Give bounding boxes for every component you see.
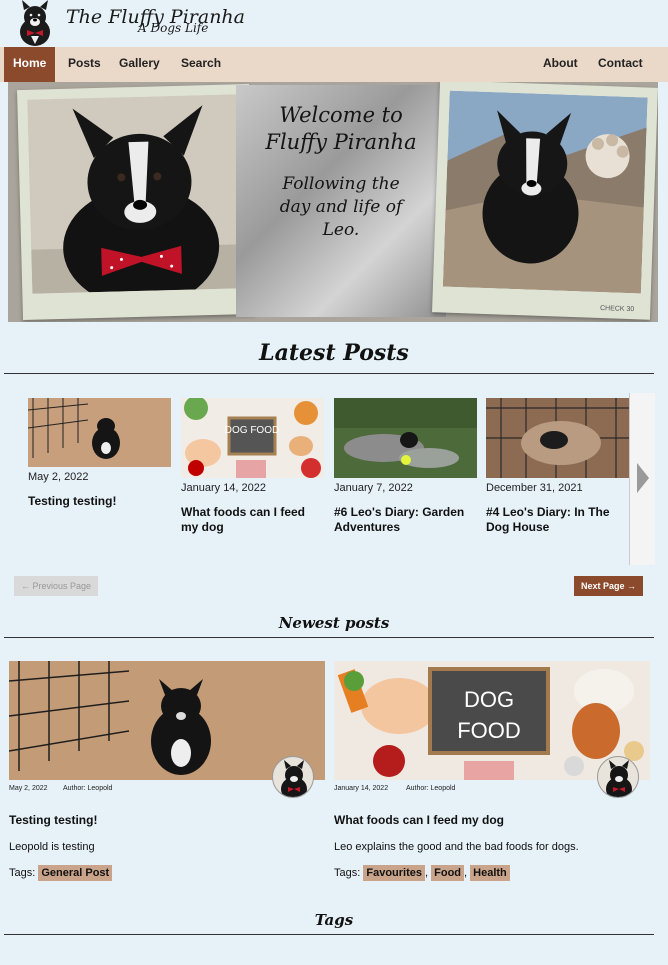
next-page-button[interactable]: Next Page → (574, 576, 644, 596)
tags-divider (4, 934, 654, 935)
post-title-link[interactable]: #4 Leo's Diary: In The Dog House (486, 505, 629, 535)
post-title-link[interactable]: Testing testing! (28, 494, 171, 509)
post-title-link[interactable]: What foods can I feed my dog (334, 813, 650, 827)
puppy-pen-thumbnail[interactable] (28, 398, 171, 467)
dog-mountain-photo (442, 90, 648, 294)
tags-heading: Tags (314, 911, 354, 929)
post-tags: Tags: General Post (9, 865, 325, 881)
carousel-item[interactable]: January 7, 2022 #6 Leo's Diary: Garden A… (334, 398, 477, 535)
nav-search[interactable]: Search (172, 47, 230, 82)
hero-photo-right: CHECK 30 (432, 82, 658, 320)
newest-posts-divider (4, 637, 654, 638)
main-nav: Home Posts Gallery Search About Contact (0, 47, 668, 82)
post-title-link[interactable]: Testing testing! (9, 813, 325, 827)
latest-posts-heading: Latest Posts (259, 340, 409, 366)
dog-food-sign-label: DOG FOOD (225, 425, 279, 436)
post-date: January 14, 2022 (334, 785, 389, 792)
dog-food-sign-line2: FOOD (457, 718, 521, 743)
dog-bowtie-photo (27, 94, 245, 294)
author-avatar[interactable] (597, 756, 639, 798)
post-date: January 7, 2022 (334, 482, 413, 494)
dog-house-thumbnail[interactable] (486, 398, 629, 478)
post-excerpt: Leo explains the good and the bad foods … (334, 841, 579, 853)
carousel-item[interactable]: DOG FOOD January 14, 2022 What foods can… (181, 398, 324, 535)
tags-label: Tags: (334, 867, 361, 879)
nav-home[interactable]: Home (4, 47, 56, 82)
tag-favourites[interactable]: Favourites (363, 865, 425, 881)
carousel-next-arrow[interactable] (629, 393, 655, 565)
tags-label: Tags: (9, 867, 36, 879)
site-subtitle: A Dogs Life (138, 21, 209, 35)
hero-banner: Welcome to Fluffy Piranha Following the … (8, 82, 658, 322)
nav-posts[interactable]: Posts (59, 47, 110, 82)
hero-welcome-panel: Welcome to Fluffy Piranha Following the … (236, 85, 446, 317)
hero-welcome-line2: Fluffy Piranha (265, 130, 417, 154)
post-date: December 31, 2021 (486, 482, 583, 494)
post-date: May 2, 2022 (9, 785, 48, 792)
post-tags: Tags: Favourites, Food, Health (334, 865, 650, 881)
carousel-item[interactable]: December 31, 2021 #4 Leo's Diary: In The… (486, 398, 629, 535)
dog-logo-icon[interactable] (14, 0, 56, 46)
garden-thumbnail[interactable] (334, 398, 477, 478)
carousel-item[interactable]: May 2, 2022 Testing testing! (28, 398, 171, 509)
nav-gallery[interactable]: Gallery (110, 47, 169, 82)
tag-food[interactable]: Food (431, 865, 465, 881)
tag-health[interactable]: Health (470, 865, 510, 881)
post-author[interactable]: Author: Leopold (63, 785, 112, 792)
latest-posts-divider (4, 373, 654, 374)
hero-tagline-line3: Leo. (322, 220, 360, 240)
author-avatar[interactable] (272, 756, 314, 798)
previous-page-button[interactable]: ← Previous Page (14, 576, 99, 596)
post-date: January 14, 2022 (181, 482, 267, 494)
post-date: May 2, 2022 (28, 471, 89, 483)
post-title-link[interactable]: #6 Leo's Diary: Garden Adventures (334, 505, 477, 535)
dog-food-thumbnail[interactable]: DOG FOOD (181, 398, 324, 478)
newest-posts-heading: Newest posts (278, 614, 390, 632)
hero-photo-left (17, 84, 255, 320)
hero-welcome-line1: Welcome to (279, 103, 403, 127)
post-title-link[interactable]: What foods can I feed my dog (181, 505, 324, 535)
hero-tagline-line1: Following the (282, 174, 400, 194)
site-header: The Fluffy Piranha A Dogs Life (0, 0, 668, 47)
post-author[interactable]: Author: Leopold (406, 785, 455, 792)
post-excerpt: Leopold is testing (9, 841, 95, 853)
nav-about[interactable]: About (534, 47, 587, 82)
nav-contact[interactable]: Contact (589, 47, 652, 82)
hero-tagline-line2: day and life of (279, 197, 403, 217)
dog-food-sign-line1: DOG (464, 687, 514, 712)
latest-posts-carousel: May 2, 2022 Testing testing! DOG FOOD Ja… (0, 393, 668, 565)
tag-general-post[interactable]: General Post (38, 865, 113, 881)
chevron-right-icon (637, 463, 649, 493)
photo-caption: CHECK 30 (599, 304, 635, 314)
